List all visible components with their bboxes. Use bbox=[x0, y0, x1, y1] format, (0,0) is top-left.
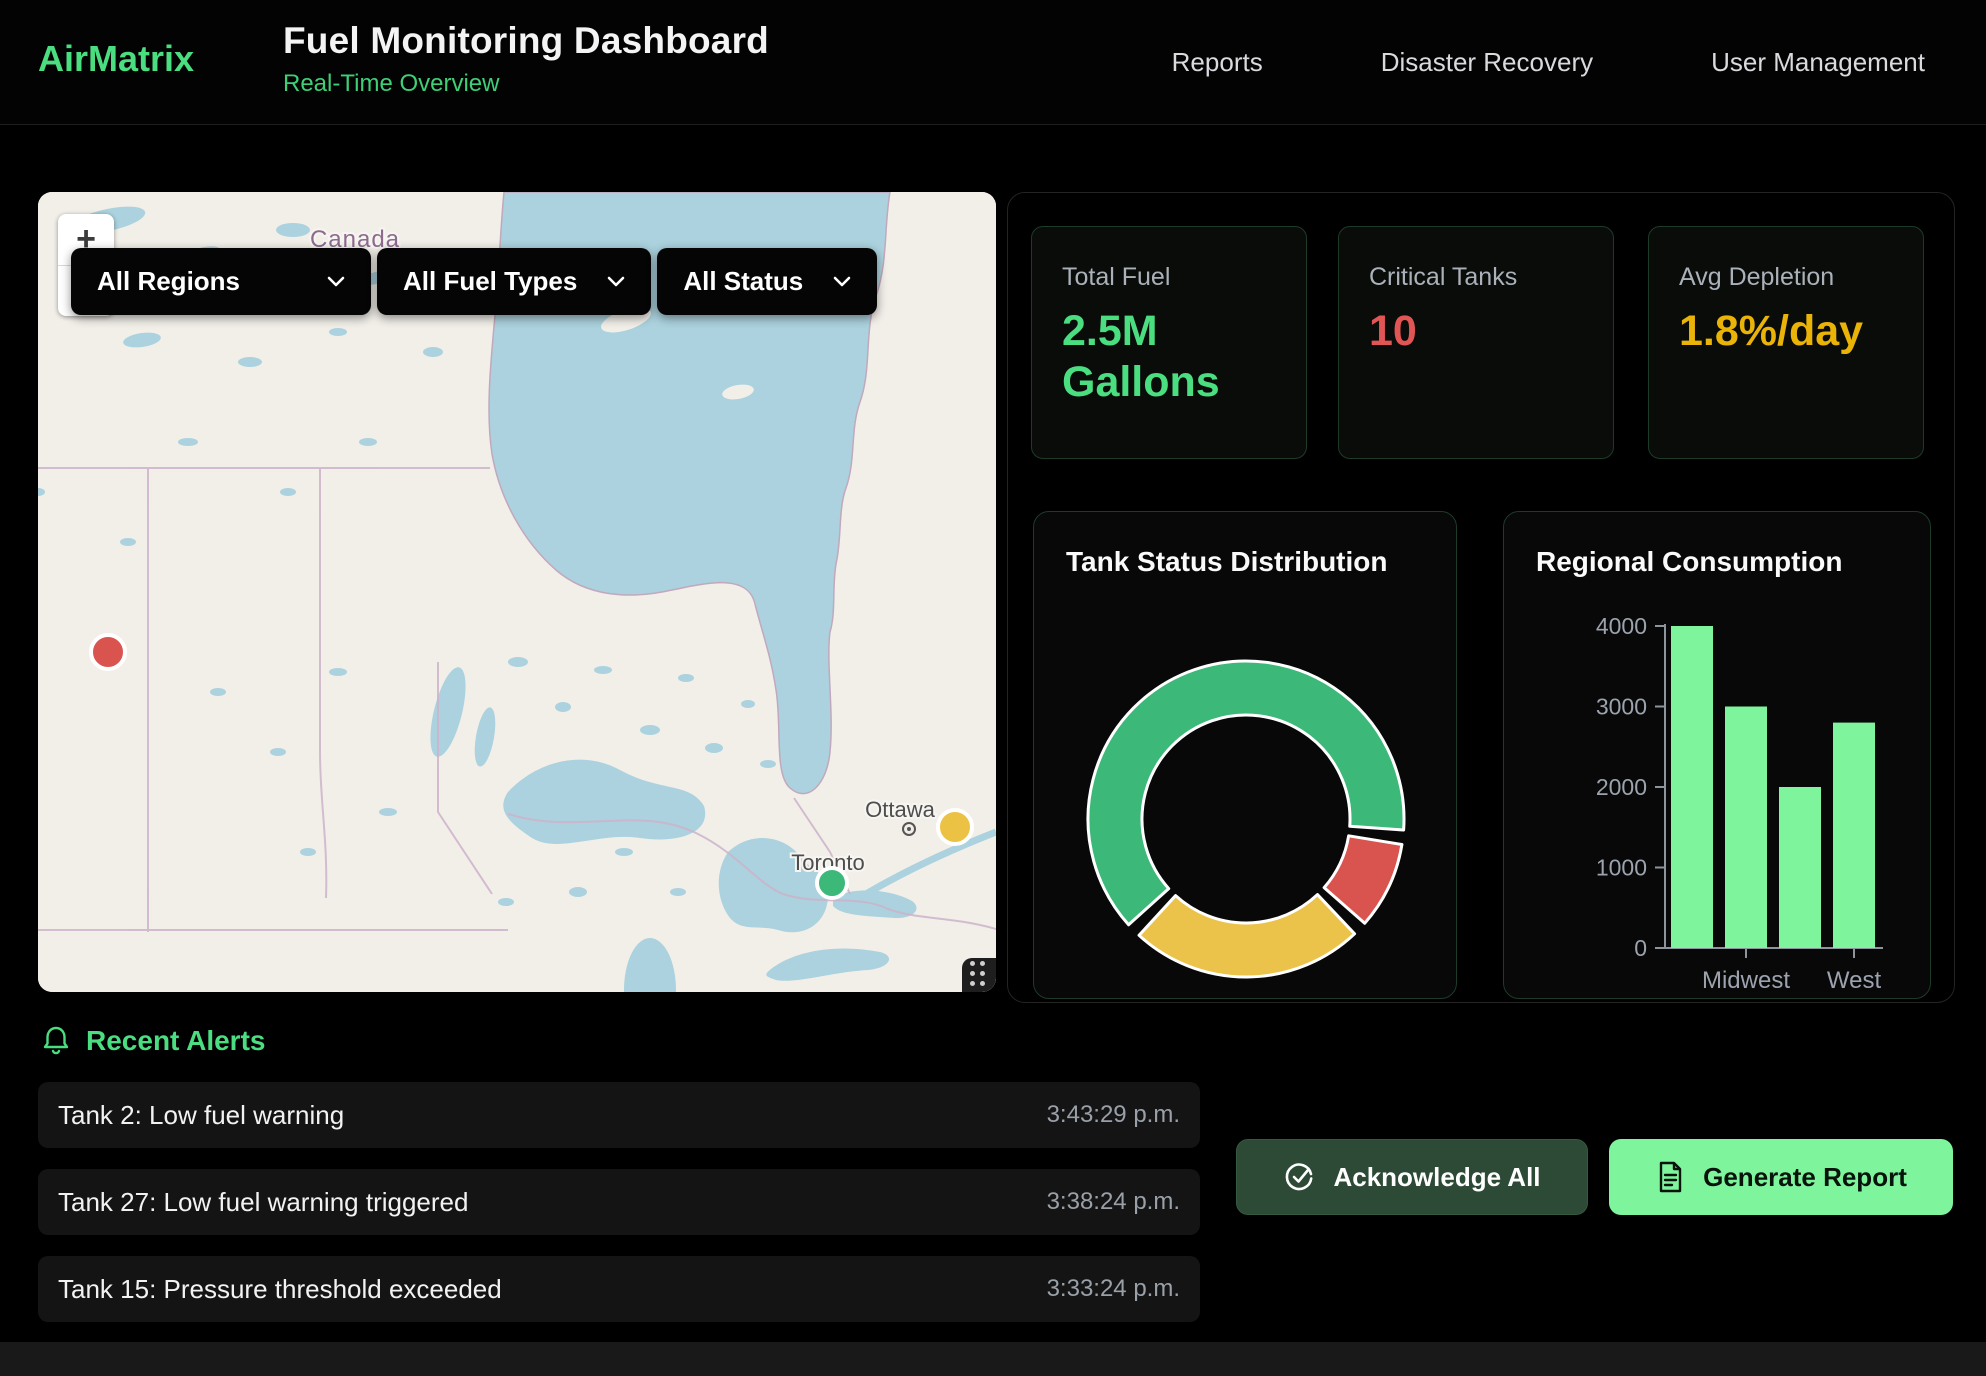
y-axis-tick-label: 3000 bbox=[1596, 694, 1647, 720]
alert-text: Tank 2: Low fuel warning bbox=[58, 1100, 344, 1131]
title-block: Fuel Monitoring Dashboard Real-Time Over… bbox=[283, 20, 769, 98]
generate-report-button[interactable]: Generate Report bbox=[1609, 1139, 1953, 1215]
alert-text: Tank 15: Pressure threshold exceeded bbox=[58, 1274, 502, 1305]
stat-value: 10 bbox=[1369, 306, 1569, 357]
bottom-scrollbar-track bbox=[0, 1342, 1986, 1376]
grip-dots-icon bbox=[970, 961, 986, 987]
tank-marker-warning[interactable] bbox=[938, 810, 972, 844]
dashboard-root: AirMatrix Fuel Monitoring Dashboard Real… bbox=[0, 0, 1986, 1376]
alert-row: Tank 27: Low fuel warning triggered 3:38… bbox=[38, 1169, 1200, 1235]
stat-value: 2.5M Gallons bbox=[1062, 306, 1262, 407]
metrics-panel: Total Fuel 2.5M Gallons Critical Tanks 1… bbox=[1007, 192, 1955, 1003]
acknowledge-all-label: Acknowledge All bbox=[1333, 1162, 1540, 1193]
alert-time: 3:43:29 p.m. bbox=[1047, 1101, 1180, 1129]
donut-segment-critical bbox=[1324, 836, 1402, 923]
regional-consumption-bar-chart: 0 1000 2000 3000 4000 Midwest West bbox=[1504, 512, 1932, 1000]
stat-label: Total Fuel bbox=[1062, 263, 1276, 292]
fuel-type-filter-dropdown[interactable]: All Fuel Types bbox=[377, 248, 651, 315]
recent-alerts-header: Recent Alerts bbox=[40, 1024, 265, 1058]
stat-card-total-fuel: Total Fuel 2.5M Gallons bbox=[1031, 226, 1307, 459]
stat-value: 1.8%/day bbox=[1679, 306, 1879, 357]
check-circle-icon bbox=[1283, 1161, 1315, 1193]
tank-status-chart-card: Tank Status Distribution bbox=[1033, 511, 1457, 999]
tank-marker-critical[interactable] bbox=[91, 635, 125, 669]
fuel-type-filter-value: All Fuel Types bbox=[403, 266, 577, 297]
x-axis-tick-label: Midwest bbox=[1702, 967, 1790, 994]
regional-consumption-chart-card: Regional Consumption 01000200030004000Mi… bbox=[1503, 511, 1931, 999]
acknowledge-all-button[interactable]: Acknowledge All bbox=[1236, 1139, 1588, 1215]
status-filter-value: All Status bbox=[683, 266, 803, 297]
stat-card-critical-tanks: Critical Tanks 10 bbox=[1338, 226, 1614, 459]
nav-disaster-recovery[interactable]: Disaster Recovery bbox=[1381, 47, 1593, 78]
donut-segment-warning bbox=[1139, 895, 1355, 977]
alert-text: Tank 27: Low fuel warning triggered bbox=[58, 1187, 468, 1218]
page-subtitle: Real-Time Overview bbox=[283, 70, 769, 98]
map-resize-handle[interactable] bbox=[962, 958, 996, 992]
status-filter-dropdown[interactable]: All Status bbox=[657, 248, 877, 315]
chevron-down-icon bbox=[833, 276, 851, 287]
region-filter-value: All Regions bbox=[97, 266, 240, 297]
tank-marker-normal[interactable] bbox=[817, 868, 847, 898]
stat-label: Critical Tanks bbox=[1369, 263, 1583, 292]
x-axis-tick-label: West bbox=[1827, 967, 1882, 994]
y-axis-tick-label: 2000 bbox=[1596, 774, 1647, 800]
region-filter-dropdown[interactable]: All Regions bbox=[71, 248, 371, 315]
alert-time: 3:38:24 p.m. bbox=[1047, 1188, 1180, 1216]
y-axis-tick-label: 4000 bbox=[1596, 613, 1647, 639]
alert-row: Tank 15: Pressure threshold exceeded 3:3… bbox=[38, 1256, 1200, 1322]
bell-icon bbox=[40, 1024, 72, 1058]
fuel-map[interactable]: Canada Ottawa Toronto New York + − All R… bbox=[38, 192, 996, 992]
recent-alerts-title: Recent Alerts bbox=[86, 1025, 265, 1057]
nav-user-management[interactable]: User Management bbox=[1711, 47, 1925, 78]
brand-logo[interactable]: AirMatrix bbox=[38, 38, 194, 80]
map-label-ottawa: Ottawa bbox=[865, 797, 935, 822]
top-header: AirMatrix Fuel Monitoring Dashboard Real… bbox=[0, 0, 1986, 125]
generate-report-label: Generate Report bbox=[1703, 1162, 1907, 1193]
bar-region-2 bbox=[1779, 787, 1821, 948]
tank-status-donut-chart bbox=[1034, 512, 1458, 1000]
alert-time: 3:33:24 p.m. bbox=[1047, 1275, 1180, 1303]
bar-region-3 bbox=[1833, 723, 1875, 948]
map-filters: All Regions All Fuel Types All Status bbox=[71, 248, 877, 315]
y-axis-tick-label: 0 bbox=[1634, 935, 1647, 961]
main-nav: Reports Disaster Recovery User Managemen… bbox=[1172, 0, 1925, 125]
y-axis-tick-label: 1000 bbox=[1596, 855, 1647, 881]
bar-region-1 bbox=[1725, 707, 1767, 949]
stat-card-avg-depletion: Avg Depletion 1.8%/day bbox=[1648, 226, 1924, 459]
report-document-icon bbox=[1655, 1160, 1685, 1194]
nav-reports[interactable]: Reports bbox=[1172, 47, 1263, 78]
alert-row: Tank 2: Low fuel warning 3:43:29 p.m. bbox=[38, 1082, 1200, 1148]
stat-label: Avg Depletion bbox=[1679, 263, 1893, 292]
chevron-down-icon bbox=[607, 276, 625, 287]
chevron-down-icon bbox=[327, 276, 345, 287]
bar-region-0 bbox=[1671, 626, 1713, 948]
page-title: Fuel Monitoring Dashboard bbox=[283, 20, 769, 62]
